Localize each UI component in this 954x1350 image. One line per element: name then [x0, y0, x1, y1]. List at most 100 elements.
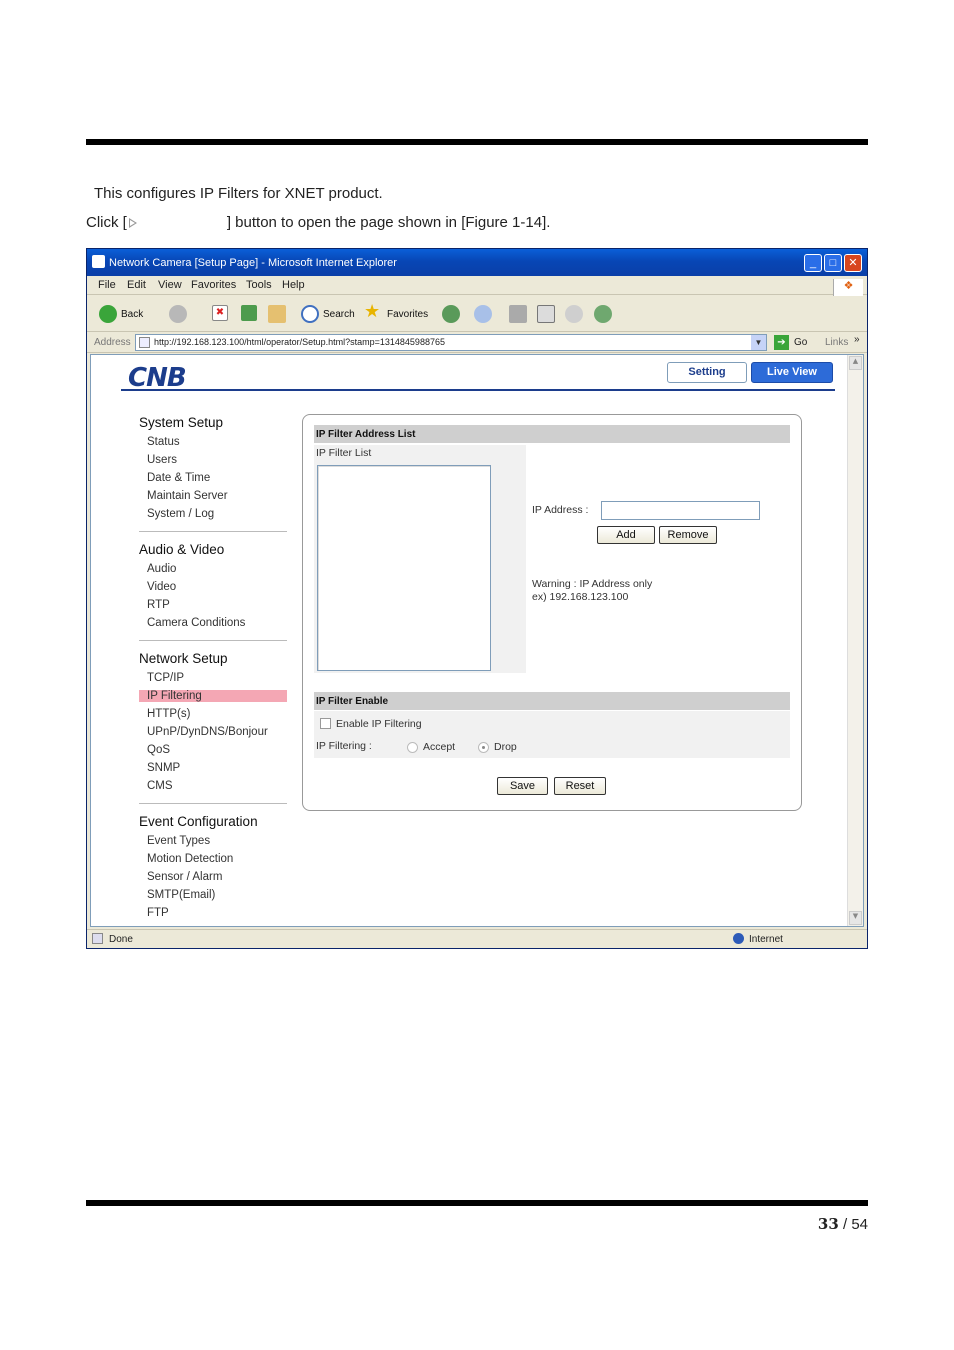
address-field[interactable]: http://192.168.123.100/html/operator/Set… [135, 334, 767, 351]
intro-text: This configures IP Filters for XNET prod… [94, 185, 383, 202]
stop-icon[interactable]: ✖ [212, 305, 228, 321]
remove-button[interactable]: Remove [659, 526, 717, 544]
status-zone: Internet [749, 934, 783, 945]
menu-item-cms[interactable]: CMS [147, 780, 173, 792]
list-label: IP Filter List [316, 447, 372, 459]
menu-item-camera-conditions[interactable]: Camera Conditions [147, 617, 245, 629]
menu-item-audio[interactable]: Audio [147, 563, 176, 575]
search-icon[interactable] [301, 305, 319, 323]
history-icon[interactable] [442, 305, 460, 323]
menu-item-system-log[interactable]: System / Log [147, 508, 214, 520]
menu-item-event-types[interactable]: Event Types [147, 835, 210, 847]
forward-icon[interactable] [169, 305, 187, 323]
warning-example: ex) 192.168.123.100 [532, 591, 629, 603]
address-bar: Address http://192.168.123.100/html/oper… [87, 333, 867, 353]
divider [139, 531, 287, 532]
close-button[interactable]: ✕ [844, 254, 862, 272]
favorites-icon[interactable]: ★ [364, 301, 382, 321]
tab-setting[interactable]: Setting [667, 362, 747, 383]
menu-item-users[interactable]: Users [147, 454, 177, 466]
search-label[interactable]: Search [323, 309, 355, 320]
links-label[interactable]: Links [825, 337, 848, 348]
address-label: Address [94, 337, 131, 348]
enable-section-header: IP Filter Enable [314, 692, 790, 710]
accept-radio[interactable] [407, 742, 418, 753]
ip-address-label: IP Address : [532, 504, 589, 516]
drop-label: Drop [494, 741, 517, 753]
maximize-button[interactable]: □ [824, 254, 842, 272]
section-system-setup: System Setup [139, 415, 224, 430]
menu-bar: File Edit View Favorites Tools Help ❖ [87, 276, 867, 296]
menu-item-maintain-server[interactable]: Maintain Server [147, 490, 228, 502]
drop-radio[interactable] [478, 742, 489, 753]
menu-item-status[interactable]: Status [147, 436, 180, 448]
go-label[interactable]: Go [794, 337, 807, 348]
menu-help[interactable]: Help [282, 279, 305, 291]
menu-item-snmp[interactable]: SNMP [147, 762, 180, 774]
status-bar: Done Internet [87, 929, 867, 948]
title-bar: Network Camera [Setup Page] - Microsoft … [87, 249, 867, 276]
menu-view[interactable]: View [158, 279, 182, 291]
scroll-up-icon[interactable]: ▲ [849, 356, 862, 370]
chevron-icon[interactable]: » [854, 334, 860, 345]
menu-favorites[interactable]: Favorites [191, 279, 236, 291]
print-icon[interactable] [509, 305, 527, 323]
ip-address-input[interactable] [601, 501, 760, 520]
add-button[interactable]: Add [597, 526, 655, 544]
page-viewport: CNB Setting Live View System Setup Statu… [90, 354, 864, 927]
menu-item-ip-filtering[interactable]: IP Filtering [139, 690, 287, 702]
back-icon[interactable] [99, 305, 117, 323]
intro-click-line: Click [] button to open the page shown i… [86, 214, 551, 231]
tab-live-view[interactable]: Live View [751, 362, 833, 383]
menu-item-date-time[interactable]: Date & Time [147, 472, 210, 484]
menu-item-sensor-alarm[interactable]: Sensor / Alarm [147, 871, 222, 883]
menu-tools[interactable]: Tools [246, 279, 272, 291]
ie-icon [92, 255, 105, 268]
current-page: 33 [817, 1215, 839, 1233]
bottom-rule [86, 1200, 868, 1206]
toolbar: Back ✖ Search ★ Favorites [87, 296, 867, 332]
back-label[interactable]: Back [121, 309, 143, 320]
ip-filter-list[interactable] [317, 465, 491, 671]
edit-icon[interactable] [537, 305, 555, 323]
menu-item-qos[interactable]: QoS [147, 744, 170, 756]
window-title: Network Camera [Setup Page] - Microsoft … [109, 257, 397, 269]
divider [139, 640, 287, 641]
mail-icon[interactable] [474, 305, 492, 323]
menu-file[interactable]: File [98, 279, 116, 291]
list-section-header: IP Filter Address List [314, 425, 790, 443]
divider [139, 803, 287, 804]
menu-edit[interactable]: Edit [127, 279, 146, 291]
menu-item-motion-detection[interactable]: Motion Detection [147, 853, 233, 865]
top-rule [86, 139, 868, 145]
refresh-icon[interactable] [241, 305, 257, 321]
menu-item-video[interactable]: Video [147, 581, 176, 593]
favorites-label[interactable]: Favorites [387, 309, 428, 320]
address-url: http://192.168.123.100/html/operator/Set… [154, 337, 445, 347]
scroll-down-icon[interactable]: ▼ [849, 911, 862, 925]
section-event-configuration: Event Configuration [139, 814, 258, 829]
accept-label: Accept [423, 741, 456, 753]
discuss-icon[interactable] [565, 305, 583, 323]
enable-ip-filtering-checkbox[interactable] [320, 718, 331, 729]
menu-item-smtp[interactable]: SMTP(Email) [147, 889, 215, 901]
menu-item-tcpip[interactable]: TCP/IP [147, 672, 184, 684]
section-network-setup: Network Setup [139, 651, 228, 666]
menu-item-ftp[interactable]: FTP [147, 907, 169, 919]
status-text: Done [109, 934, 133, 945]
save-button[interactable]: Save [497, 777, 548, 795]
menu-item-rtp[interactable]: RTP [147, 599, 170, 611]
browser-window: Network Camera [Setup Page] - Microsoft … [86, 248, 868, 949]
menu-item-https[interactable]: HTTP(s) [147, 708, 190, 720]
minimize-button[interactable]: _ [804, 254, 822, 272]
reset-button[interactable]: Reset [554, 777, 606, 795]
menu-item-upnp[interactable]: UPnP/DynDNS/Bonjour [147, 726, 268, 738]
home-icon[interactable] [268, 305, 286, 323]
vertical-scrollbar[interactable]: ▲ ▼ [847, 355, 863, 926]
go-icon[interactable]: ➔ [774, 335, 789, 350]
internet-zone-icon [733, 933, 744, 944]
ip-filter-panel: IP Filter Address List IP Filter List IP… [302, 414, 802, 811]
address-dropdown-icon[interactable]: ▼ [751, 335, 766, 350]
messenger-icon[interactable] [594, 305, 612, 323]
warning-text: Warning : IP Address only [532, 578, 653, 590]
